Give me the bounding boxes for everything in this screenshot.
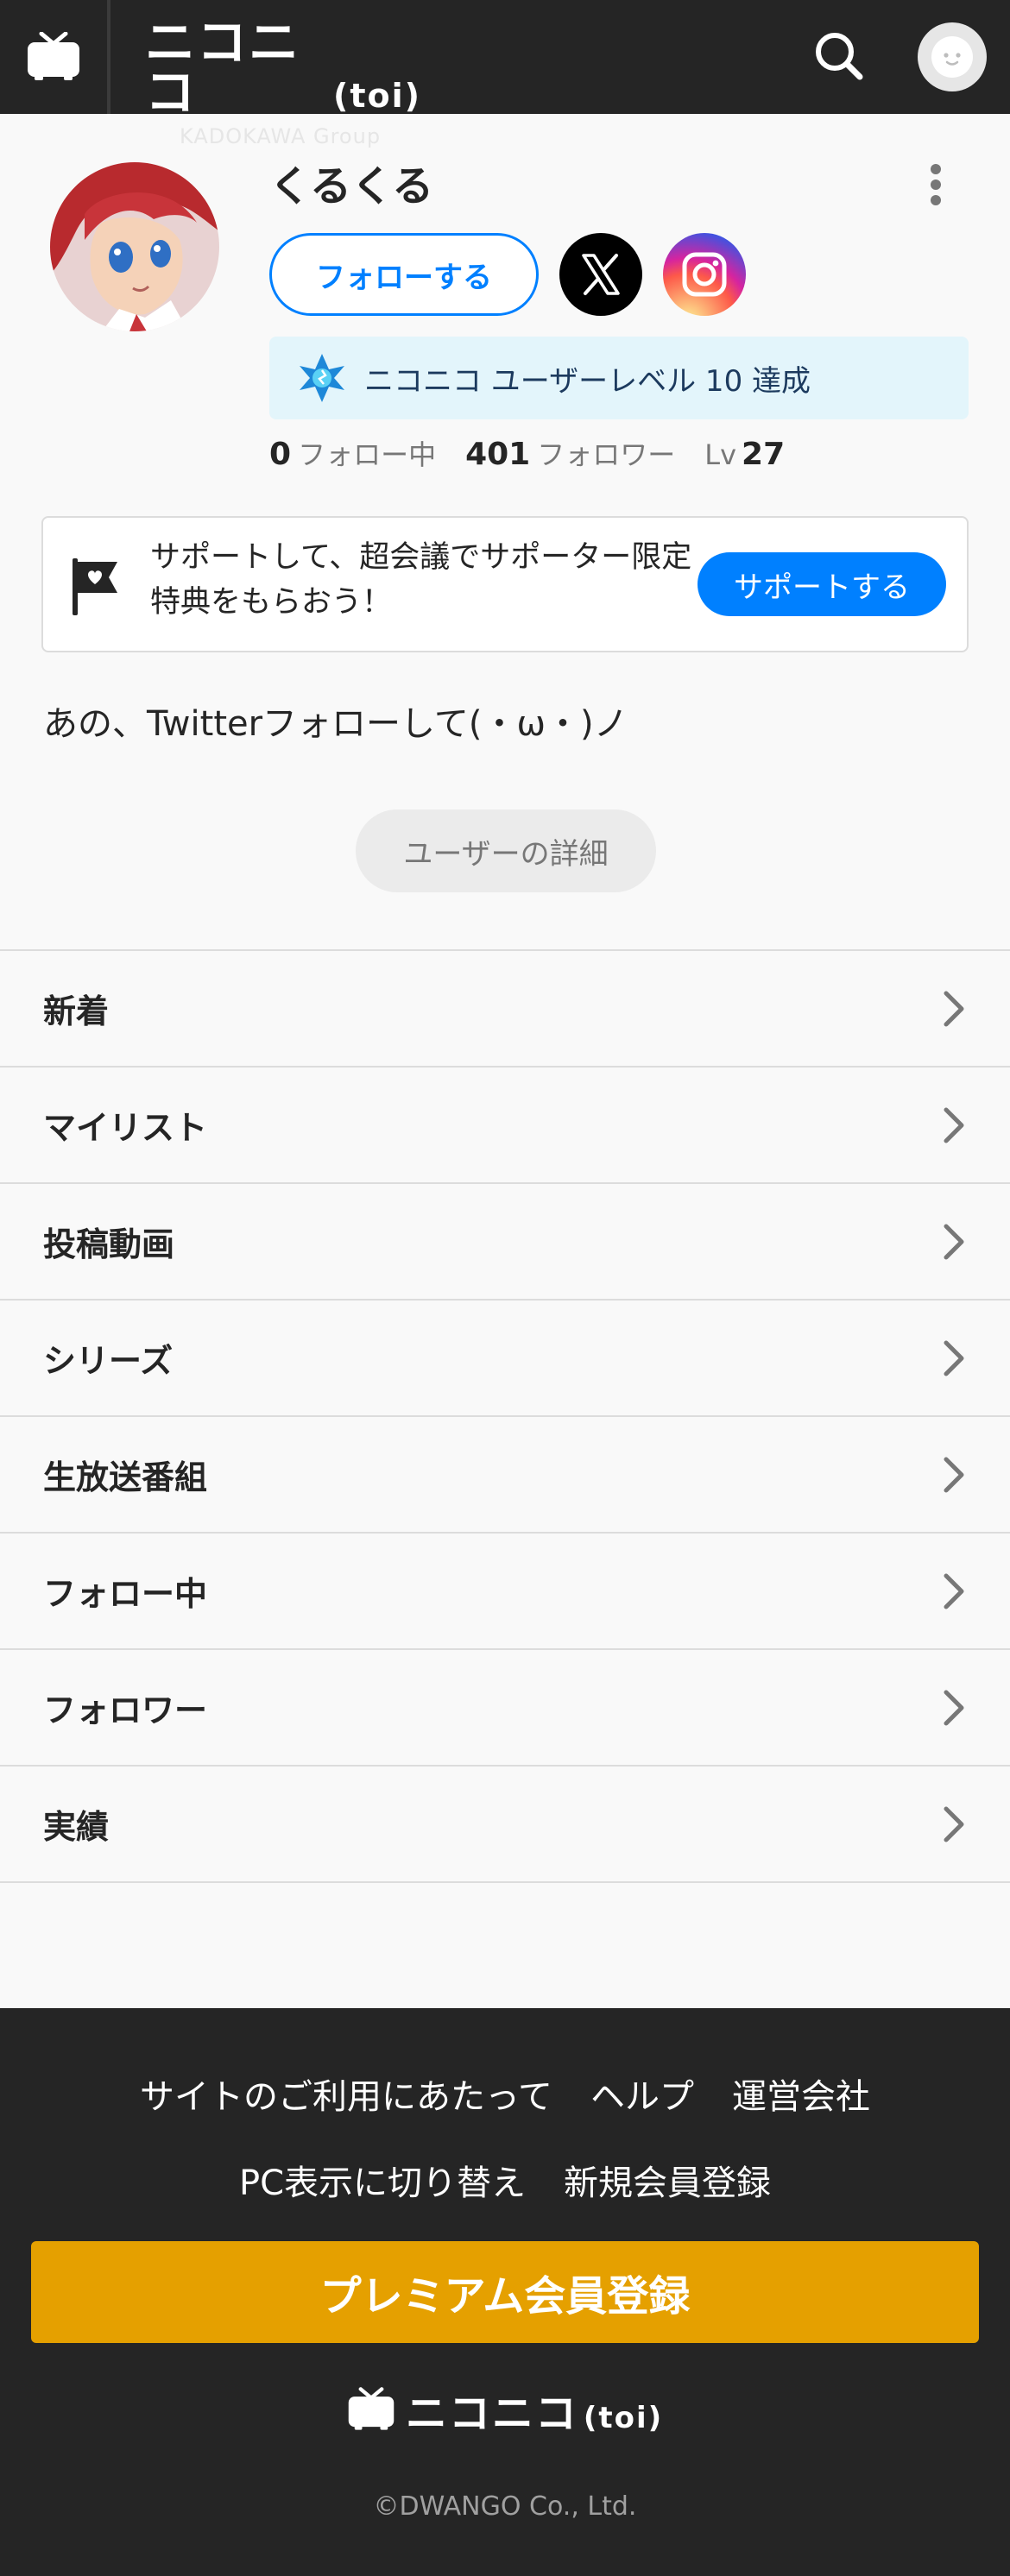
footer-logo-wordmark: ニコニコ (toi): [405, 2390, 664, 2438]
footer-link-company[interactable]: 運営会社: [732, 2069, 870, 2119]
menu-item-videos[interactable]: 投稿動画: [0, 1184, 1010, 1301]
footer-link-register[interactable]: 新規会員登録: [564, 2155, 771, 2205]
support-card: サポートして、超会議でサポーター限定特典をもらおう！ サポートする: [41, 516, 969, 652]
footer-links-row-2: PC表示に切り替え 新規会員登録: [0, 2155, 1010, 2205]
level-badge-icon: [300, 354, 344, 402]
followers-label[interactable]: フォロワー: [537, 433, 675, 473]
chevron-right-icon: [944, 1340, 964, 1376]
niconico-logo[interactable]: ニコニコ (toi) KADOKAWA Group: [145, 17, 421, 148]
user-avatar-button[interactable]: [918, 22, 987, 91]
instagram-icon: [682, 252, 727, 297]
follow-button[interactable]: フォローする: [269, 233, 539, 316]
menu-item-followers[interactable]: フォロワー: [0, 1650, 1010, 1767]
more-dot-icon: [931, 195, 941, 205]
profile-stats: 0 フォロー中 401 フォロワー Lv 27: [269, 433, 792, 473]
menu-item-new[interactable]: 新着: [0, 951, 1010, 1068]
niconico-tv-icon: [348, 2387, 395, 2430]
support-message: サポートして、超会議でサポーター限定特典をもらおう！: [150, 540, 692, 620]
footer-link-help[interactable]: ヘルプ: [590, 2069, 694, 2119]
followers-count: 401: [465, 437, 531, 472]
menu-item-mylist[interactable]: マイリスト: [0, 1068, 1010, 1184]
copyright-text: ©DWANGO Co., Ltd.: [373, 2491, 637, 2522]
following-label[interactable]: フォロー中: [298, 433, 436, 473]
logo-wordmark: ニコニコ: [145, 13, 301, 122]
x-logo-icon: [582, 254, 620, 295]
chevron-right-icon: [944, 1107, 964, 1143]
profile-menu: 新着 マイリスト 投稿動画 シリーズ 生放送番組 フォロー中 フォロワー 実績: [0, 949, 1010, 1883]
menu-item-achievements[interactable]: 実績: [0, 1767, 1010, 1883]
level-value: 27: [742, 437, 786, 472]
instagram-link-button[interactable]: [663, 233, 746, 316]
chevron-right-icon: [944, 1806, 964, 1842]
top-header: ニコニコ (toi) KADOKAWA Group: [0, 0, 1010, 148]
menu-item-following[interactable]: フォロー中: [0, 1534, 1010, 1650]
menu-item-series[interactable]: シリーズ: [0, 1301, 1010, 1417]
footer-logo-suffix: (toi): [583, 2401, 664, 2435]
menu-item-label: マイリスト: [43, 1109, 208, 1147]
user-details-button[interactable]: ユーザーの詳細: [356, 809, 656, 892]
support-button[interactable]: サポートする: [698, 552, 946, 616]
menu-item-label: シリーズ: [43, 1342, 174, 1380]
more-dot-icon: [931, 164, 941, 174]
chevron-right-icon: [944, 1690, 964, 1725]
more-dot-icon: [931, 180, 941, 190]
user-level-banner: ニコニコ ユーザーレベル 10 達成: [269, 337, 969, 419]
footer-link-pc-view[interactable]: PC表示に切り替え: [239, 2155, 526, 2205]
x-link-button[interactable]: [559, 233, 642, 316]
search-button[interactable]: [805, 19, 874, 93]
profile-bio: あの、Twitterフォローして(・ω・)ノ: [43, 704, 628, 744]
site-footer: サイトのご利用にあたって ヘルプ 運営会社 PC表示に切り替え 新規会員登録 プ…: [0, 2008, 1010, 2576]
menu-item-label: 実績: [43, 1808, 110, 1846]
footer-link-terms[interactable]: サイトのご利用にあたって: [140, 2069, 552, 2119]
menu-item-label: フォロワー: [43, 1691, 208, 1729]
level-banner-text: ニコニコ ユーザーレベル 10 達成: [364, 363, 811, 399]
profile-username: くるくる: [269, 162, 434, 211]
support-flag-icon: [73, 558, 117, 615]
chevron-right-icon: [944, 1224, 964, 1259]
chevron-right-icon: [944, 1457, 964, 1492]
profile-avatar: [50, 162, 219, 331]
search-icon: [816, 33, 863, 80]
chevron-right-icon: [944, 991, 964, 1026]
logo-subtitle: KADOKAWA Group: [180, 124, 382, 148]
menu-item-label: 新着: [43, 992, 110, 1030]
more-options-button[interactable]: [918, 159, 953, 211]
footer-logo[interactable]: ニコニコ (toi): [0, 2379, 1010, 2440]
niconico-tv-icon: [28, 32, 79, 80]
premium-signup-button[interactable]: プレミアム会員登録: [31, 2241, 979, 2343]
following-count: 0: [269, 437, 292, 472]
chevron-right-icon: [944, 1573, 964, 1609]
level-prefix: Lv: [704, 438, 737, 471]
menu-item-label: フォロー中: [43, 1575, 208, 1613]
menu-item-live[interactable]: 生放送番組: [0, 1417, 1010, 1534]
user-face-icon: [931, 36, 973, 78]
menu-item-label: 投稿動画: [43, 1225, 175, 1263]
tv-menu-button[interactable]: [0, 0, 110, 114]
menu-item-label: 生放送番組: [43, 1458, 208, 1496]
logo-suffix: (toi): [332, 77, 421, 115]
footer-links-row-1: サイトのご利用にあたって ヘルプ 運営会社: [0, 2069, 1010, 2119]
